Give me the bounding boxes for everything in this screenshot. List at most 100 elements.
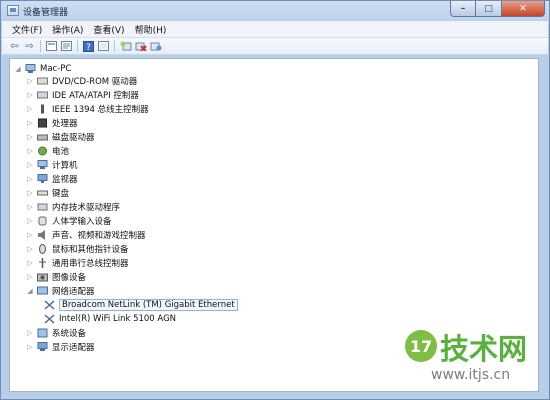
tree-category[interactable]: ▷ 声音、视频和游戏控制器 <box>26 228 146 241</box>
battery-icon <box>37 146 48 156</box>
tree-category[interactable]: ▷ DVD/CD-ROM 驱动器 <box>26 74 137 87</box>
ide-controller-icon <box>37 90 48 100</box>
network-device-icon <box>44 299 55 310</box>
collapse-icon[interactable]: ◢ <box>14 65 22 73</box>
expand-icon[interactable]: ▷ <box>26 245 34 253</box>
expand-icon[interactable]: ▷ <box>26 217 34 225</box>
device-manager-icon <box>7 5 19 16</box>
menu-file[interactable]: 文件(F) <box>2 23 47 36</box>
back-arrow-icon[interactable]: ⇦ <box>8 40 21 52</box>
disk-drive-icon <box>37 132 48 142</box>
expand-icon[interactable]: ▷ <box>26 77 34 85</box>
keyboard-icon <box>37 188 48 198</box>
category-label: 系统设备 <box>52 328 87 339</box>
update-driver-icon[interactable] <box>119 40 132 52</box>
tree-category[interactable]: ▷ 鼠标和其他指针设备 <box>26 242 129 255</box>
category-label: 处理器 <box>52 118 78 129</box>
expand-icon[interactable]: ▷ <box>26 329 34 337</box>
tree-category[interactable]: ▷ 电池 <box>26 144 69 157</box>
watermark-logo: 17 技术网 www.itjs.cn <box>405 326 543 392</box>
category-label: 声音、视频和游戏控制器 <box>52 230 146 241</box>
tree-category[interactable]: ▷ 系统设备 <box>26 326 86 339</box>
watermark-url: www.itjs.cn <box>431 367 511 383</box>
toolbar-separator <box>40 40 41 52</box>
expand-icon[interactable]: ▷ <box>26 189 34 197</box>
category-label: 内存技术驱动程序 <box>52 202 121 213</box>
expand-icon[interactable]: ▷ <box>26 259 34 267</box>
close-button[interactable]: ✕ <box>502 1 545 17</box>
expand-icon[interactable]: ▷ <box>26 343 34 351</box>
tree-category[interactable]: ▷ IEEE 1394 总线主控制器 <box>26 102 149 115</box>
toolbar-separator <box>114 40 115 52</box>
expand-icon[interactable]: ▷ <box>26 147 34 155</box>
maximize-button[interactable]: □ <box>476 1 502 17</box>
forward-arrow-icon[interactable]: ⇨ <box>23 40 36 52</box>
collapse-icon[interactable]: ◢ <box>26 287 34 295</box>
device-label: Intel(R) WiFi Link 5100 AGN <box>59 313 177 324</box>
category-label: 电池 <box>52 146 70 157</box>
tree-category-network[interactable]: ◢ 网络适配器 <box>26 284 95 297</box>
expand-icon[interactable]: ▷ <box>26 91 34 99</box>
expand-icon[interactable]: ▷ <box>26 273 34 281</box>
memory-tech-icon <box>37 202 48 212</box>
expand-icon[interactable]: ▷ <box>26 119 34 127</box>
toolbar-separator <box>77 40 78 52</box>
category-label: 网络适配器 <box>52 286 95 297</box>
minimize-button[interactable]: – <box>450 1 476 17</box>
category-label: DVD/CD-ROM 驱动器 <box>52 76 138 87</box>
ieee1394-icon <box>37 104 48 114</box>
sound-icon <box>37 229 48 240</box>
dvd-drive-icon <box>37 76 48 86</box>
network-device-item[interactable]: Broadcom NetLink (TM) Gigabit Ethernet <box>44 298 238 311</box>
toolbar: ⇦ ⇨ ? <box>2 38 548 55</box>
tree-category[interactable]: ▷ 通用串行总线控制器 <box>26 256 129 269</box>
category-label: 计算机 <box>52 160 78 171</box>
tree-category[interactable]: ▷ 内存技术驱动程序 <box>26 200 120 213</box>
tree-category[interactable]: ▷ 键盘 <box>26 186 69 199</box>
svg-text:?: ? <box>86 43 91 52</box>
tree-category[interactable]: ▷ 磁盘驱动器 <box>26 130 94 143</box>
expand-icon[interactable]: ▷ <box>26 231 34 239</box>
tree-category[interactable]: ▷ 人体学输入设备 <box>26 214 112 227</box>
scan-icon[interactable] <box>97 40 110 52</box>
disable-device-icon[interactable] <box>134 40 147 52</box>
tree-category[interactable]: ▷ 监视器 <box>26 172 78 185</box>
tree-category[interactable]: ▷ IDE ATA/ATAPI 控制器 <box>26 88 139 101</box>
processor-icon <box>37 118 48 128</box>
expand-icon[interactable]: ▷ <box>26 105 34 113</box>
category-label: 监视器 <box>52 174 78 185</box>
help-icon[interactable]: ? <box>82 40 95 52</box>
expand-icon[interactable]: ▷ <box>26 203 34 211</box>
menu-help[interactable]: 帮助(H) <box>130 23 172 36</box>
window-title: 设备管理器 <box>23 8 69 18</box>
uninstall-device-icon[interactable] <box>149 40 162 52</box>
expand-icon[interactable]: ▷ <box>26 161 34 169</box>
properties-icon[interactable] <box>60 40 73 52</box>
title-bar[interactable]: 设备管理器 – □ ✕ <box>1 1 549 21</box>
device-label-selected: Broadcom NetLink (TM) Gigabit Ethernet <box>59 298 238 311</box>
expand-icon[interactable]: ▷ <box>26 175 34 183</box>
tree-category[interactable]: ▷ 图像设备 <box>26 270 86 283</box>
expand-icon[interactable]: ▷ <box>26 133 34 141</box>
tree-root-label: Mac-PC <box>40 63 72 74</box>
category-label: 显示适配器 <box>52 342 95 353</box>
device-manager-window: 设备管理器 – □ ✕ 文件(F) 操作(A) 查看(V) 帮助(H) ⇦ ⇨ … <box>0 0 550 400</box>
network-device-icon <box>44 313 55 324</box>
display-adapter-icon <box>37 341 48 352</box>
window-controls: – □ ✕ <box>450 1 545 18</box>
tree-category[interactable]: ▷ 计算机 <box>26 158 78 171</box>
computer-icon <box>37 159 48 170</box>
menu-view[interactable]: 查看(V) <box>88 23 129 36</box>
computer-icon <box>25 63 36 74</box>
menu-action[interactable]: 操作(A) <box>47 23 88 36</box>
system-device-icon <box>37 328 48 338</box>
usb-icon <box>37 257 48 268</box>
show-hidden-icon[interactable] <box>45 40 58 52</box>
tree-category[interactable]: ▷ 显示适配器 <box>26 340 95 353</box>
network-adapter-icon <box>37 286 48 296</box>
watermark-brand: 技术网 <box>440 332 528 366</box>
mouse-icon <box>37 243 48 254</box>
category-label: 图像设备 <box>52 272 87 283</box>
network-device-item[interactable]: Intel(R) WiFi Link 5100 AGN <box>44 312 176 325</box>
tree-category[interactable]: ▷ 处理器 <box>26 116 78 129</box>
